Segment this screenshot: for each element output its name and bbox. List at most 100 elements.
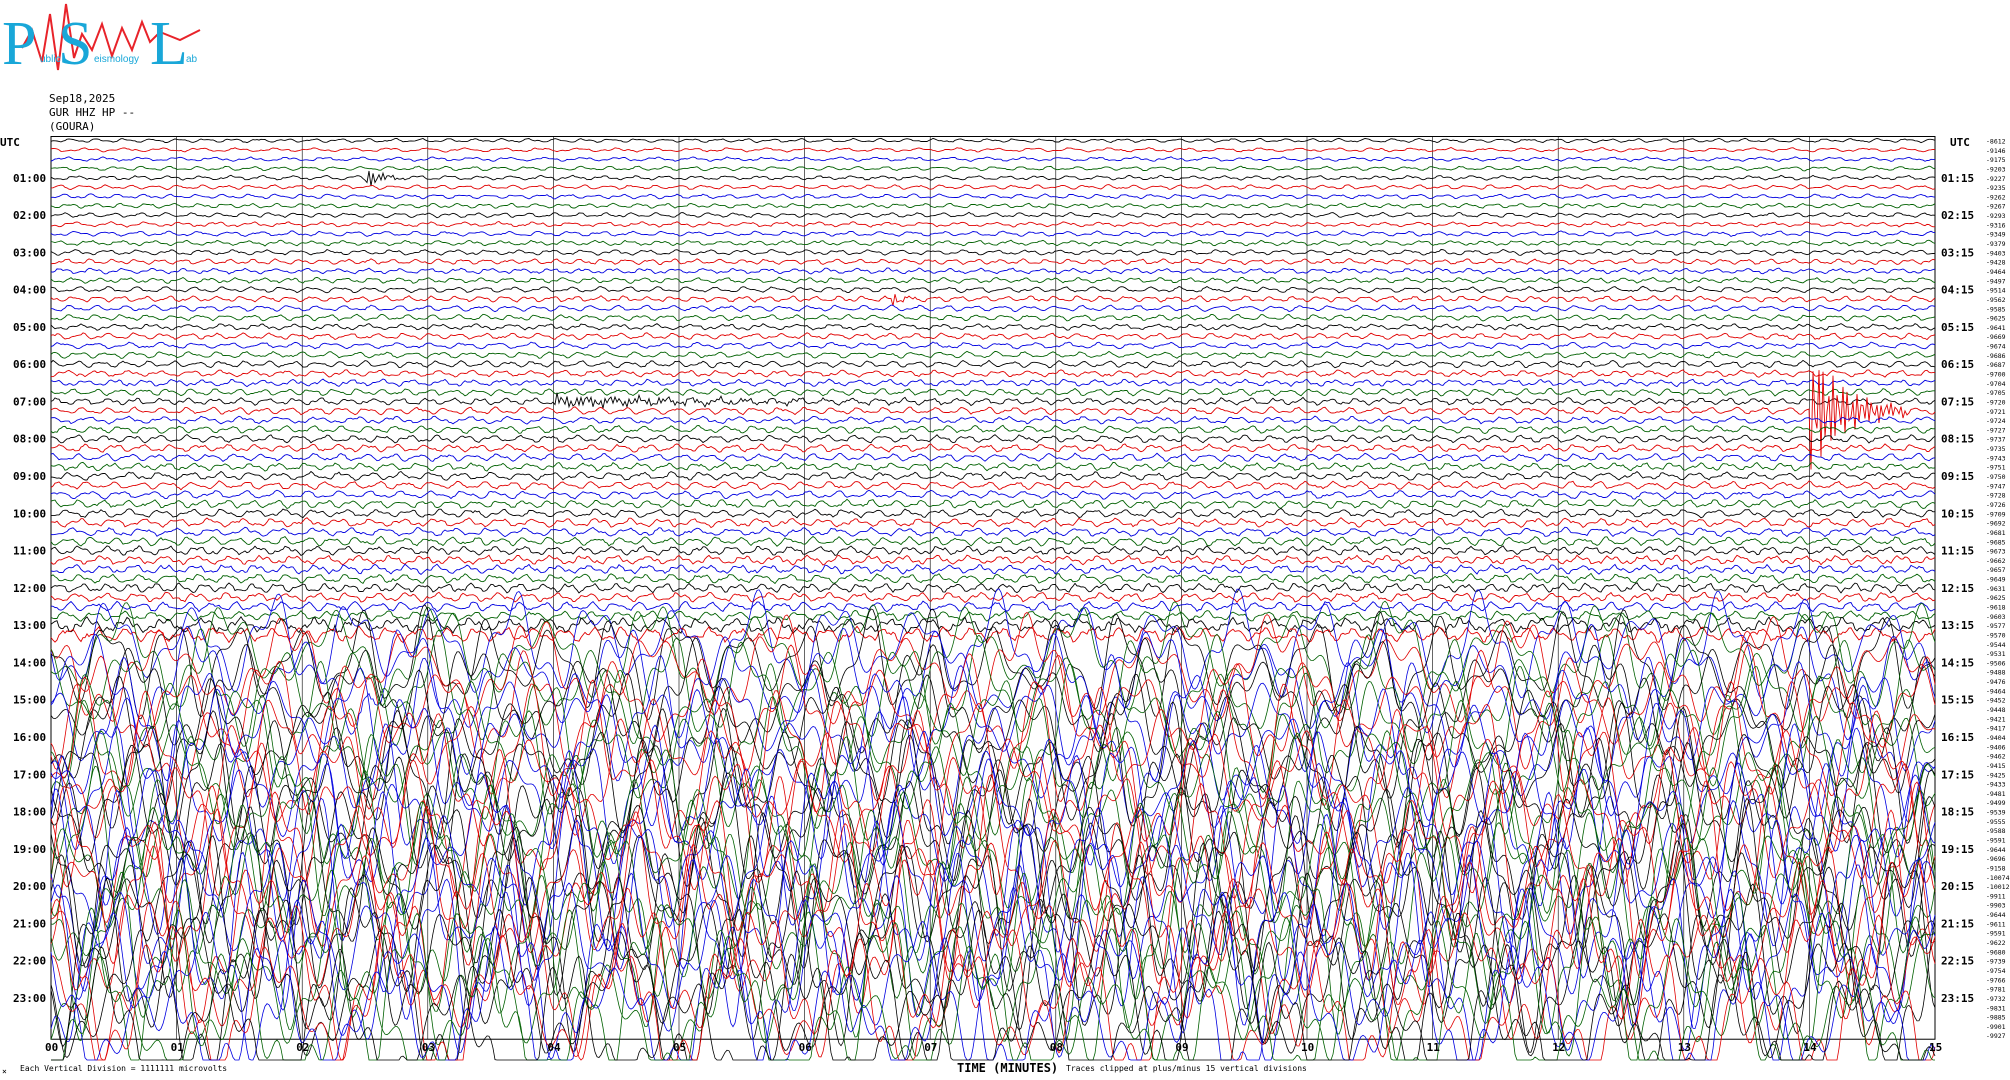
row-offset-label: -9267	[1986, 203, 2006, 211]
right-hour-label: 23:15	[1941, 992, 1974, 1005]
row-offset-label: -9481	[1986, 790, 2006, 798]
trace-row	[50, 535, 1936, 547]
logo-letter-s: S	[58, 10, 92, 78]
x-tick-label: 04	[547, 1041, 561, 1054]
trace-row	[50, 517, 1936, 529]
trace-row	[50, 359, 1936, 369]
row-offset-label: -9686	[1986, 352, 2006, 360]
trace-row	[50, 581, 1936, 594]
trace-row	[50, 489, 1936, 500]
right-hour-label: 02:15	[1941, 209, 1974, 222]
row-offset-label: -9417	[1986, 725, 2006, 733]
left-hour-label: 12:00	[13, 582, 46, 595]
row-offset-label: -9669	[1986, 333, 2006, 341]
row-offset-label: -9644	[1986, 911, 2006, 919]
row-offset-label: -9577	[1986, 622, 2006, 630]
x-tick-label: 12	[1552, 1041, 1565, 1054]
left-hour-label: 22:00	[13, 955, 46, 968]
right-hour-label: 19:15	[1941, 843, 1974, 856]
left-hour-label: 14:00	[13, 656, 46, 669]
trace-row	[50, 137, 1936, 144]
trace-row	[50, 369, 1936, 378]
row-offset-label: -9673	[1986, 548, 2006, 556]
logo-small-s: eismology	[94, 54, 139, 65]
left-hour-label: 15:00	[13, 694, 46, 707]
trace-row	[50, 554, 1936, 566]
trace-row	[50, 600, 1936, 711]
trace-row	[50, 211, 1936, 219]
row-offset-label: -9349	[1986, 231, 2006, 239]
row-offset-label: -9570	[1986, 631, 2006, 639]
row-offset-label: -10074	[1986, 874, 2010, 882]
x-tick-label: 06	[799, 1041, 813, 1054]
left-hour-label: 02:00	[13, 209, 46, 222]
right-hour-label: 21:15	[1941, 917, 1974, 930]
row-offset-label: -9739	[1986, 958, 2006, 966]
trace-row	[50, 170, 1936, 187]
row-offset-label: -9539	[1986, 809, 2006, 817]
right-hour-label: 14:15	[1941, 656, 1974, 669]
row-offset-label: -9425	[1986, 771, 2006, 779]
row-offset-label: -9464	[1986, 687, 2006, 695]
right-hour-label: 08:15	[1941, 433, 1974, 446]
left-hour-label: 06:00	[13, 358, 46, 371]
trace-row	[50, 415, 1936, 425]
logo-small-l: ab	[186, 54, 198, 65]
trace-row	[50, 323, 1936, 331]
trace-row	[50, 563, 1936, 575]
row-offset-label: -9562	[1986, 296, 2006, 304]
row-offset-label: -9631	[1986, 585, 2006, 593]
x-tick-label: 10	[1301, 1041, 1314, 1054]
row-offset-label: -9499	[1986, 799, 2006, 807]
right-hour-label: 01:15	[1941, 172, 1974, 185]
row-offset-label: -9588	[1986, 827, 2006, 835]
right-hour-label: 05:15	[1941, 321, 1974, 334]
row-offset-label: -9724	[1986, 417, 2006, 425]
trace-row	[50, 480, 1936, 491]
trace-row	[50, 470, 1936, 482]
trace-row	[50, 313, 1936, 322]
left-hour-label: 20:00	[13, 880, 46, 893]
row-offset-label: -9685	[1986, 538, 2006, 546]
row-offset-label: -9649	[1986, 576, 2006, 584]
trace-layer	[50, 137, 1936, 1061]
trace-row	[51, 443, 1936, 453]
x-tick-label: 08	[1050, 1041, 1063, 1054]
row-offset-label: -9705	[1986, 389, 2006, 397]
row-offset-label: -9175	[1986, 156, 2006, 164]
x-tick-label: 07	[924, 1041, 937, 1054]
row-offset-label: -9462	[1986, 753, 2006, 761]
trace-row	[50, 424, 1936, 434]
trace-row	[50, 378, 1936, 388]
row-offset-label: -9662	[1986, 557, 2006, 565]
row-offset-label: -9657	[1986, 566, 2006, 574]
trace-row	[50, 628, 1936, 753]
trace-row	[50, 184, 1936, 191]
row-offset-label: -9674	[1986, 343, 2006, 351]
row-offset-label: -9720	[1986, 398, 2006, 406]
row-offset-label: -9555	[1986, 818, 2006, 826]
x-tick-label: 05	[673, 1041, 686, 1054]
trace-row	[50, 220, 1936, 228]
trace-row	[50, 387, 1935, 397]
trace-row	[50, 165, 1936, 172]
trace-row	[51, 433, 1936, 444]
row-offset-label: -9726	[1986, 501, 2006, 509]
logo-letter-p: P	[2, 10, 36, 78]
x-tick-label: 01	[171, 1041, 185, 1054]
right-hour-label: 18:15	[1941, 806, 1974, 819]
x-tick-label: 03	[422, 1041, 435, 1054]
left-hour-label: 08:00	[13, 433, 46, 446]
row-offset-label: -9735	[1986, 445, 2006, 453]
right-hour-label: 10:15	[1941, 507, 1974, 520]
left-axis-title: UTC	[0, 136, 20, 149]
trace-row	[50, 239, 1936, 247]
trace-row	[50, 572, 1936, 585]
row-offset-label: -9433	[1986, 781, 2006, 789]
row-offset-label: -9680	[1986, 948, 2006, 956]
row-offset-label: -9464	[1986, 268, 2006, 276]
row-offset-label: -9727	[1986, 426, 2006, 434]
right-hour-label: 07:15	[1941, 395, 1974, 408]
row-offset-label: -9452	[1986, 697, 2006, 705]
row-offset-label: -9696	[1986, 855, 2006, 863]
